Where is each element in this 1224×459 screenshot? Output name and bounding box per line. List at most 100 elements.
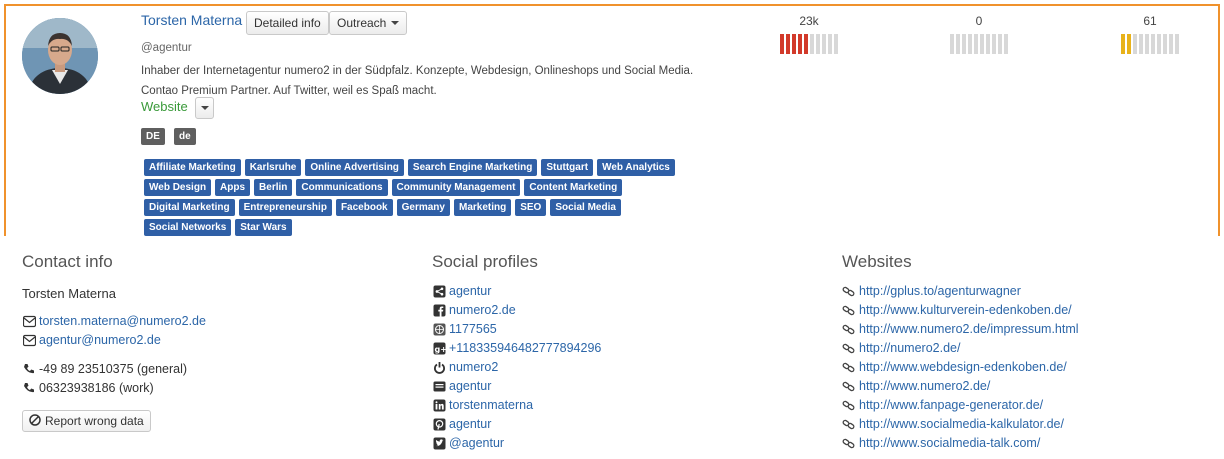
- website-row[interactable]: http://www.kulturverein-edenkoben.de/: [842, 303, 1072, 317]
- social-profile-link[interactable]: +118335946482777894296: [449, 341, 601, 355]
- email-row[interactable]: torsten.materna@numero2.de: [22, 314, 206, 328]
- website-link[interactable]: http://gplus.to/agenturwagner: [859, 284, 1021, 298]
- website-row[interactable]: http://www.numero2.de/impressum.html: [842, 322, 1079, 336]
- svg-text:g+: g+: [434, 345, 446, 354]
- tag[interactable]: Germany: [396, 199, 450, 216]
- social-profile-row[interactable]: 1177565: [432, 322, 497, 336]
- website-link[interactable]: Website: [141, 99, 188, 114]
- phone-icon: [22, 362, 36, 376]
- social-profile-link[interactable]: numero2: [449, 360, 498, 374]
- tag[interactable]: Online Advertising: [305, 159, 404, 176]
- website-link[interactable]: http://numero2.de/: [859, 341, 960, 355]
- website-link[interactable]: http://www.numero2.de/: [859, 379, 990, 393]
- pinterest-icon: [432, 417, 446, 431]
- outreach-button[interactable]: Outreach: [329, 11, 408, 35]
- website-row[interactable]: http://www.fanpage-generator.de/: [842, 398, 1043, 412]
- website-row[interactable]: http://gplus.to/agenturwagner: [842, 284, 1021, 298]
- website-row[interactable]: http://numero2.de/: [842, 341, 960, 355]
- website-row[interactable]: http://www.socialmedia-talk.com/: [842, 436, 1040, 450]
- metric-value: 0: [975, 14, 983, 28]
- chevron-down-icon: [391, 21, 400, 25]
- social-profile-row[interactable]: agentur: [432, 284, 491, 298]
- website-link[interactable]: http://www.webdesign-edenkoben.de/: [859, 360, 1067, 374]
- website-dropdown-button[interactable]: [195, 97, 214, 119]
- tag[interactable]: Marketing: [453, 199, 512, 216]
- metric-1: 23k: [779, 14, 839, 54]
- website-link[interactable]: http://www.fanpage-generator.de/: [859, 398, 1043, 412]
- tag[interactable]: Social Media: [550, 199, 621, 216]
- tag[interactable]: Web Design: [144, 179, 212, 196]
- social-profile-link[interactable]: 1177565: [449, 322, 497, 336]
- website-link[interactable]: http://www.socialmedia-talk.com/: [859, 436, 1040, 450]
- link-icon: [842, 322, 856, 336]
- metric-bar: [1145, 34, 1149, 54]
- website-link[interactable]: http://www.numero2.de/impressum.html: [859, 322, 1079, 336]
- link-icon: [842, 417, 856, 431]
- metric-bar: [1157, 34, 1161, 54]
- tag[interactable]: Karlsruhe: [244, 159, 302, 176]
- website-row[interactable]: http://www.webdesign-edenkoben.de/: [842, 360, 1067, 374]
- email-row[interactable]: agentur@numero2.de: [22, 333, 161, 347]
- tag[interactable]: Apps: [215, 179, 251, 196]
- tag[interactable]: Berlin: [254, 179, 293, 196]
- tag[interactable]: Affiliate Marketing: [144, 159, 241, 176]
- metric-bar: [810, 34, 814, 54]
- website-link[interactable]: http://www.kulturverein-edenkoben.de/: [859, 303, 1072, 317]
- social-profile-row[interactable]: numero2.de: [432, 303, 516, 317]
- metric-bar: [992, 34, 996, 54]
- tag[interactable]: Entrepreneurship: [238, 199, 332, 216]
- metric-value: 23k: [799, 14, 819, 28]
- social-profile-link[interactable]: torstenmaterna: [449, 398, 533, 412]
- link-icon: [842, 398, 856, 412]
- tag[interactable]: Digital Marketing: [144, 199, 235, 216]
- tag[interactable]: Content Marketing: [524, 179, 623, 196]
- link-icon: [842, 284, 856, 298]
- social-profile-row[interactable]: numero2: [432, 360, 498, 374]
- tag[interactable]: Search Engine Marketing: [407, 159, 538, 176]
- social-profile-link[interactable]: @agentur: [449, 436, 504, 450]
- metric-bar: [950, 34, 954, 54]
- globe-icon: [432, 322, 446, 336]
- metric-bar: [816, 34, 820, 54]
- social-profile-row[interactable]: agentur: [432, 379, 491, 393]
- tag[interactable]: Stuttgart: [541, 159, 594, 176]
- link-icon: [842, 379, 856, 393]
- detailed-info-label: Detailed info: [254, 16, 321, 30]
- metric-bar: [1127, 34, 1131, 54]
- tag[interactable]: Communications: [296, 179, 388, 196]
- tag[interactable]: Community Management: [391, 179, 521, 196]
- report-wrong-data-button[interactable]: Report wrong data: [22, 410, 151, 432]
- envelope-icon: [22, 333, 36, 347]
- facebook-icon: [432, 303, 446, 317]
- tag[interactable]: Social Networks: [144, 219, 232, 236]
- social-profile-link[interactable]: agentur: [449, 284, 491, 298]
- detailed-info-button[interactable]: Detailed info: [246, 11, 329, 35]
- email-link[interactable]: torsten.materna@numero2.de: [39, 314, 206, 328]
- profile-name[interactable]: Torsten Materna: [141, 12, 242, 28]
- linkedin-icon: [432, 398, 446, 412]
- website-link[interactable]: http://www.socialmedia-kalkulator.de/: [859, 417, 1064, 431]
- metric-bar: [786, 34, 790, 54]
- social-profile-link[interactable]: numero2.de: [449, 303, 516, 317]
- tag[interactable]: Web Analytics: [597, 159, 675, 176]
- social-profile-row[interactable]: agentur: [432, 417, 491, 431]
- metric-bar: [834, 34, 838, 54]
- tag[interactable]: Star Wars: [235, 219, 292, 236]
- tag[interactable]: Facebook: [335, 199, 393, 216]
- tag-list: Affiliate Marketing Karlsruhe Online Adver…: [144, 159, 704, 236]
- metric-bar: [1121, 34, 1125, 54]
- social-profile-link[interactable]: agentur: [449, 417, 491, 431]
- tag[interactable]: SEO: [515, 199, 547, 216]
- profile-bio: Inhaber der Internetagentur numero2 in d…: [141, 61, 761, 101]
- social-profile-row[interactable]: torstenmaterna: [432, 398, 533, 412]
- website-row[interactable]: http://www.numero2.de/: [842, 379, 990, 393]
- social-profile-link[interactable]: agentur: [449, 379, 491, 393]
- metric-bar: [1169, 34, 1173, 54]
- report-label: Report wrong data: [45, 414, 144, 428]
- website-row[interactable]: http://www.socialmedia-kalkulator.de/: [842, 417, 1064, 431]
- social-profile-row[interactable]: @agentur: [432, 436, 504, 450]
- google-plus-icon: g+: [432, 341, 446, 355]
- social-profile-row[interactable]: g+ +118335946482777894296: [432, 341, 601, 355]
- email-link[interactable]: agentur@numero2.de: [39, 333, 161, 347]
- language-badge: de: [174, 128, 196, 145]
